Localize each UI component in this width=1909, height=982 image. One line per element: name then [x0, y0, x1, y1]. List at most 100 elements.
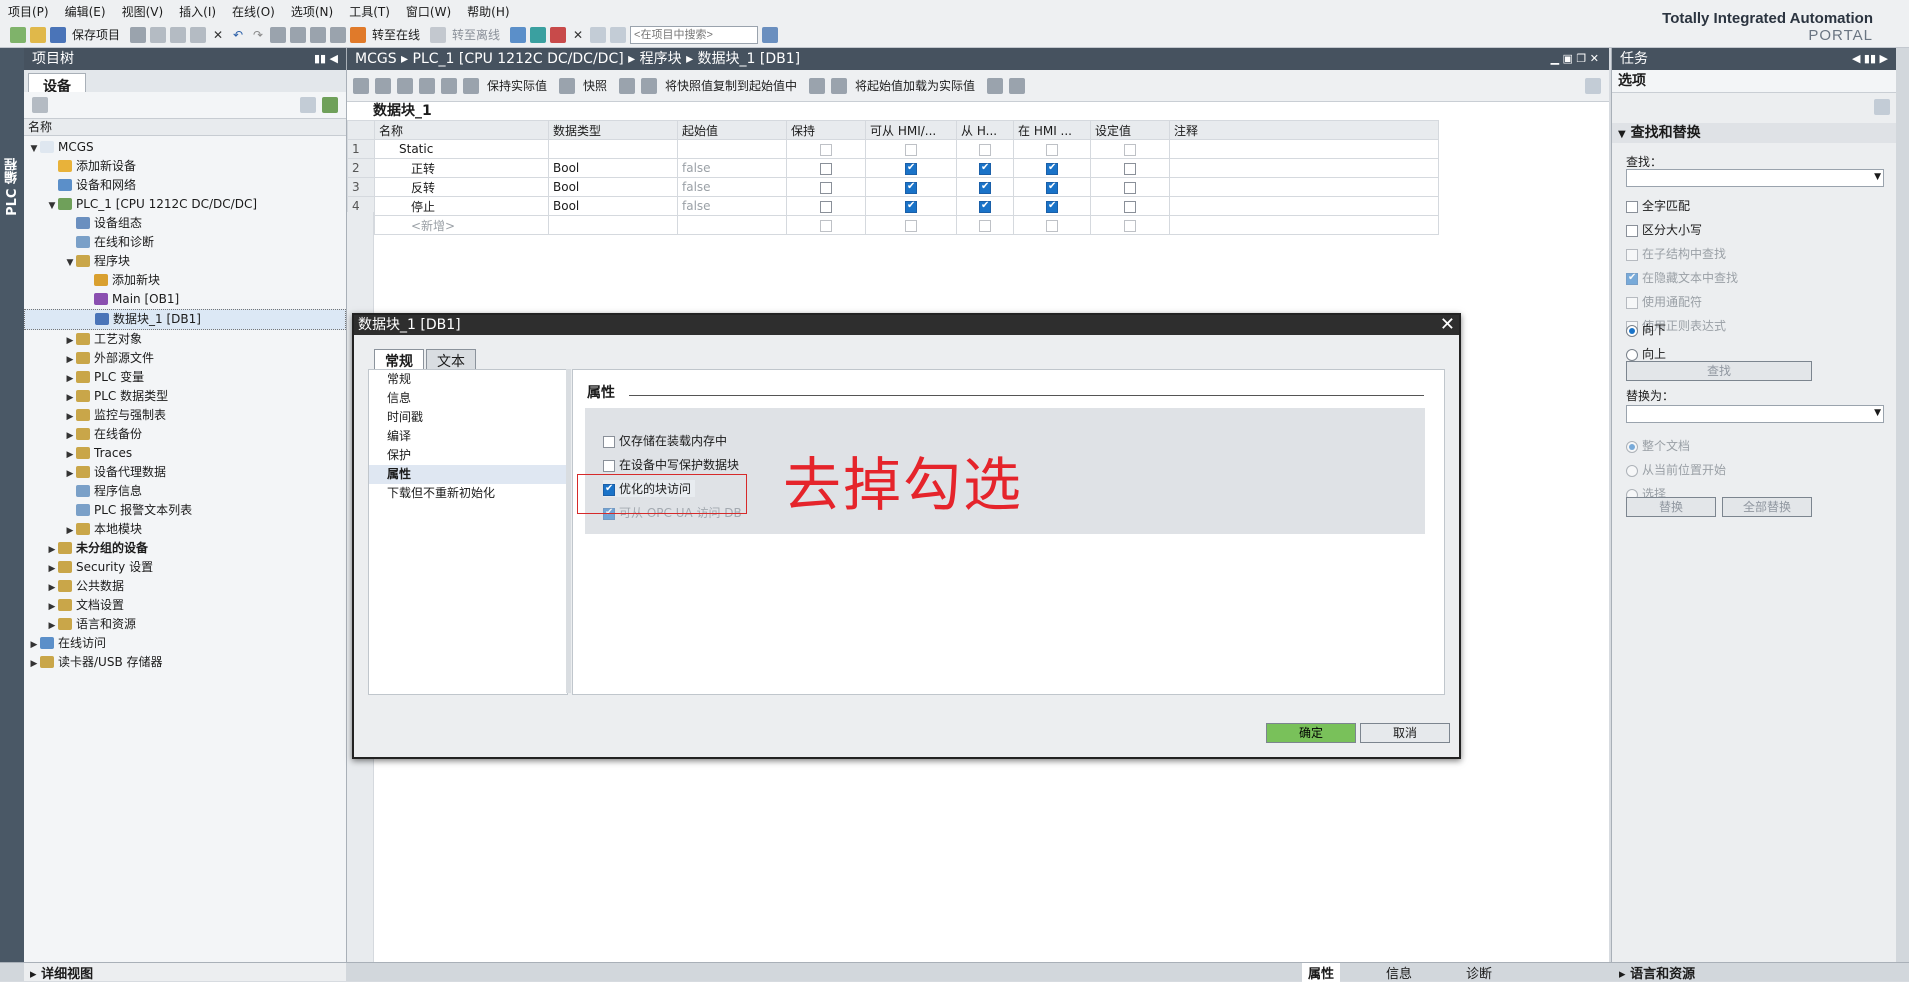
find-option[interactable]: 区分大小写 [1626, 221, 1702, 238]
start-value[interactable]: false [677, 177, 787, 197]
table-row[interactable]: 5<新增> [347, 215, 1439, 235]
start-value[interactable]: false [677, 158, 787, 178]
table-checkbox[interactable] [820, 200, 832, 213]
task-panel-controls-icon[interactable]: ◀ ▮▮ ▶ [1852, 48, 1888, 70]
dialog-nav-item[interactable]: 信息 [369, 389, 567, 408]
window-controls-icon[interactable]: ▁ ▣ ❐ ✕ [1551, 48, 1599, 70]
tree-item[interactable]: ▶ 外部源文件 [24, 349, 346, 368]
paste-icon[interactable] [190, 26, 207, 43]
variable-name[interactable]: 正转 [374, 158, 549, 178]
dialog-nav-item[interactable]: 属性 [369, 465, 567, 484]
find-replace-section[interactable]: ▼ 查找和替换 [1612, 123, 1896, 143]
copy-snapshot-button[interactable]: 将快照值复制到起始值中 [665, 77, 797, 94]
tree-item[interactable]: ▶ 读卡器/USB 存储器 [24, 653, 346, 672]
snapshot-button[interactable]: 快照 [583, 77, 607, 94]
collapse-panel-icon[interactable]: ▮▮ ◀ [314, 48, 338, 70]
variable-name[interactable]: 反转 [374, 177, 549, 197]
column-header[interactable]: 数据类型 [548, 120, 678, 140]
upload-icon[interactable] [310, 26, 327, 43]
tree-item[interactable]: ▶ 在线访问 [24, 634, 346, 653]
column-header[interactable]: 设定值 [1090, 120, 1170, 140]
snapshot-copy-alt-icon[interactable] [641, 77, 658, 94]
table-checkbox[interactable] [1046, 181, 1058, 194]
table-checkbox[interactable] [905, 181, 917, 194]
option-load-memory-only[interactable]: 仅存储在装载内存中 [603, 432, 727, 449]
table-checkbox[interactable] [905, 219, 917, 232]
tree-item[interactable]: ▶ 语言和资源 [24, 615, 346, 634]
cut-icon[interactable] [150, 26, 167, 43]
tree-item[interactable]: ▶ PLC 数据类型 [24, 387, 346, 406]
column-header[interactable]: 保持 [786, 120, 866, 140]
refresh-icon[interactable] [322, 97, 338, 113]
table-checkbox[interactable] [820, 162, 832, 175]
tree-item[interactable]: ▶ 工艺对象 [24, 330, 346, 349]
tree-item[interactable]: ▶ 设备代理数据 [24, 463, 346, 482]
menu-item-1[interactable]: 编辑(E) [57, 0, 114, 20]
go-online-button[interactable]: 转至在线 [372, 26, 420, 43]
data-type[interactable] [548, 139, 678, 159]
start-value[interactable]: false [677, 196, 787, 216]
table-checkbox[interactable] [979, 219, 991, 232]
dialog-nav-item[interactable]: 保护 [369, 446, 567, 465]
table-checkbox[interactable] [905, 200, 917, 213]
tree-item[interactable]: ▶ 公共数据 [24, 577, 346, 596]
split-vertical-icon[interactable] [610, 26, 627, 43]
load-start-icon[interactable] [987, 77, 1004, 94]
table-checkbox[interactable] [820, 181, 832, 194]
languages-resources-toggle[interactable]: ▸ 语言和资源 [1611, 963, 1695, 982]
delete-icon[interactable]: ✕ [210, 27, 226, 43]
menu-item-4[interactable]: 在线(O) [224, 0, 283, 20]
tab-properties[interactable]: 属性 [1302, 963, 1341, 982]
find-button[interactable]: 查找 [1626, 361, 1812, 381]
search-icon[interactable] [762, 26, 779, 43]
start-value[interactable] [677, 215, 787, 235]
collapsed-arrow-icon[interactable]: ▶ [28, 655, 40, 674]
tree-item[interactable]: ▶ 监控与强制表 [24, 406, 346, 425]
expand-icon[interactable] [397, 77, 413, 94]
split-horizontal-icon[interactable] [590, 26, 607, 43]
tree-item[interactable]: 设备组态 [24, 214, 346, 233]
ok-button[interactable]: 确定 [1266, 723, 1356, 743]
table-checkbox[interactable] [1124, 181, 1136, 194]
menu-item-5[interactable]: 选项(N) [283, 0, 341, 20]
tree-item[interactable]: 添加新块 [24, 271, 346, 290]
variable-name[interactable]: 停止 [374, 196, 549, 216]
table-row[interactable]: 4 停止 Bool false [347, 196, 1439, 216]
load-start-alt-icon[interactable] [1009, 77, 1026, 94]
project-search-input[interactable] [630, 25, 759, 44]
splitter[interactable] [566, 369, 571, 693]
data-type[interactable]: Bool [548, 158, 678, 178]
tree-item[interactable]: ▼ 程序块 [24, 252, 346, 271]
tree-item[interactable]: 设备和网络 [24, 176, 346, 195]
load-icon[interactable] [809, 77, 826, 94]
table-checkbox[interactable] [905, 162, 917, 175]
radio-button[interactable] [1626, 324, 1638, 337]
save-project-button[interactable]: 保存项目 [72, 26, 120, 43]
table-checkbox[interactable] [820, 143, 832, 156]
start-cpu-icon[interactable] [530, 26, 547, 43]
comment-cell[interactable] [1169, 196, 1439, 216]
dropdown-arrow-icon[interactable]: ▼ [1874, 408, 1881, 418]
dialog-nav-item[interactable]: 下载但不重新初始化 [369, 484, 567, 503]
variable-name[interactable]: <新增> [374, 215, 549, 235]
table-checkbox[interactable] [905, 143, 917, 156]
menu-item-3[interactable]: 插入(I) [171, 0, 224, 20]
start-value[interactable] [677, 139, 787, 159]
table-checkbox[interactable] [820, 219, 832, 232]
overview-icon[interactable] [32, 97, 48, 113]
table-checkbox[interactable] [1124, 200, 1136, 213]
snapshot-icon[interactable] [559, 77, 576, 94]
snapshot-copy-icon[interactable] [619, 77, 636, 94]
replace-all-button[interactable]: 全部替换 [1722, 497, 1812, 517]
column-header[interactable]: 起始值 [677, 120, 787, 140]
copy-icon[interactable] [170, 26, 187, 43]
keep-actual-button[interactable]: 保持实际值 [487, 77, 547, 94]
menu-item-6[interactable]: 工具(T) [341, 0, 398, 20]
dialog-close-icon[interactable]: ✕ [1440, 315, 1455, 335]
data-type[interactable] [548, 215, 678, 235]
data-type[interactable]: Bool [548, 177, 678, 197]
table-checkbox[interactable] [1046, 200, 1058, 213]
radio-option[interactable]: 整个文档 [1626, 437, 1690, 454]
tree-item[interactable]: PLC 报警文本列表 [24, 501, 346, 520]
table-checkbox[interactable] [1124, 143, 1136, 156]
